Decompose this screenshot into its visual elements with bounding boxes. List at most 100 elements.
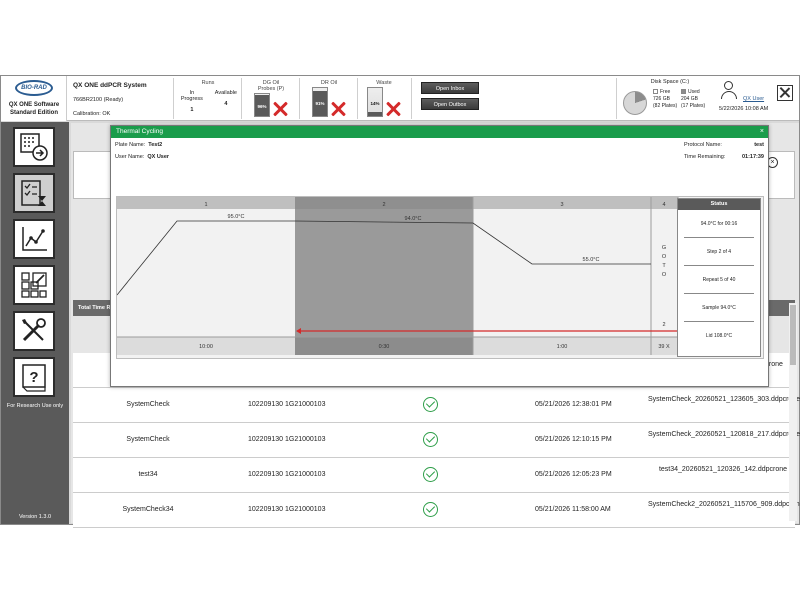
instrument-serial: 102209130 1G21000103 xyxy=(248,401,326,408)
close-app-button[interactable] xyxy=(777,85,793,101)
step-temperature: 94.0°C xyxy=(405,216,422,222)
current-datetime: 5/22/2026 10:08 AM xyxy=(719,106,769,112)
dr-oil-percent: 91% xyxy=(315,101,325,106)
open-inbox-button[interactable]: Open Inbox xyxy=(421,82,479,94)
waste-error-icon xyxy=(385,101,401,117)
table-scrollbar[interactable] xyxy=(789,303,797,521)
help-icon: ? xyxy=(22,364,46,392)
available-label: Available xyxy=(214,90,237,96)
divider xyxy=(241,78,242,119)
run-name: SystemCheck xyxy=(126,401,170,408)
dialog-close-icon[interactable]: × xyxy=(760,126,764,138)
table-row[interactable]: test34 102209130 1G21000103 05/21/2026 12:… xyxy=(73,458,795,493)
sidebar-item-tools[interactable] xyxy=(13,311,55,351)
free-label: Free xyxy=(660,89,671,95)
calibration-status: Calibration: OK xyxy=(73,111,111,117)
time-remaining-label: Time Remaining: xyxy=(684,154,726,160)
sidebar: ? For Research Use only Version 1.3.0 xyxy=(1,122,69,524)
run-date: 05/21/2026 11:58:00 AM xyxy=(535,506,611,513)
plate-name-value: Test2 xyxy=(148,142,163,148)
step-number: 3 xyxy=(560,202,563,208)
divider xyxy=(357,78,358,119)
software-name: QX ONE Software Standard Edition xyxy=(8,102,60,116)
scrollbar-thumb[interactable] xyxy=(790,305,796,365)
serial-status: 766BR2100 (Ready) xyxy=(73,97,124,103)
status-panel: Status 94.0°C for 00:16 Step 2 of 4 Repeat… xyxy=(677,198,761,357)
used-swatch xyxy=(681,89,686,95)
run-name: SystemCheck34 xyxy=(122,506,174,513)
wrench-screwdriver-icon xyxy=(22,318,46,342)
dg-oil-tank: 96% xyxy=(254,93,270,117)
table-row[interactable]: SystemCheck 102209130 1G21000103 05/21/202… xyxy=(73,388,800,423)
sidebar-item-runs[interactable] xyxy=(13,173,55,213)
divider xyxy=(173,78,174,119)
bio-rad-logo: BIO-RAD xyxy=(15,80,53,96)
status-title: Status xyxy=(678,199,760,210)
plate-name-field: Plate Name: Test2 xyxy=(115,142,162,148)
plate-run-icon xyxy=(20,133,48,161)
goto-label: GOTO xyxy=(662,245,667,278)
divider xyxy=(411,78,412,119)
goto-step-number: 2 xyxy=(662,322,665,328)
research-use-note: For Research Use only xyxy=(6,403,64,409)
status-item: Lid 108.0°C xyxy=(705,333,733,339)
dr-oil-title: DR Oil xyxy=(320,80,338,86)
instrument-serial: 102209130 1G21000103 xyxy=(248,506,326,513)
data-file-name: test34_20260521_120326_142.ddpcrone xyxy=(658,466,788,473)
sidebar-item-setup[interactable] xyxy=(13,127,55,167)
dg-oil-group[interactable]: DG Oil Probes (P) 96% xyxy=(247,80,295,117)
step-duration: 0:30 xyxy=(379,344,390,350)
svg-text:?: ? xyxy=(29,369,38,386)
step-number: 4 xyxy=(662,202,665,208)
dg-oil-sub: Probes (P) xyxy=(257,86,285,92)
waste-percent: 14% xyxy=(370,101,380,106)
waste-title: Waste xyxy=(376,80,392,86)
open-outbox-button[interactable]: Open Outbox xyxy=(421,98,479,110)
run-date: 05/21/2026 12:05:23 PM xyxy=(535,471,612,478)
disk-free-legend: Free 726 GB (82 Plates) xyxy=(653,89,677,110)
step-duration: 1:00 xyxy=(557,344,568,350)
success-check-icon xyxy=(423,397,438,412)
dg-oil-percent: 96% xyxy=(257,104,267,109)
waste-group[interactable]: Waste 14% xyxy=(361,80,407,117)
run-name: test34 xyxy=(138,471,158,478)
data-file-name: SystemCheck2_20260521_115706_909.ddpcron… xyxy=(648,501,800,508)
checklist-hourglass-icon xyxy=(21,180,46,206)
dr-oil-tank: 91% xyxy=(312,87,328,117)
header-bar: BIO-RAD QX ONE Software Standard Edition… xyxy=(1,76,799,121)
sidebar-item-help[interactable]: ? xyxy=(13,357,55,397)
free-value: 726 GB xyxy=(653,96,670,102)
success-check-icon xyxy=(423,467,438,482)
success-check-icon xyxy=(423,432,438,447)
dr-oil-group[interactable]: DR Oil 91% xyxy=(305,80,353,117)
logo-area: BIO-RAD QX ONE Software Standard Edition xyxy=(1,76,67,121)
time-remaining-value: 01:17:39 xyxy=(741,154,764,160)
sidebar-item-plate-editor[interactable] xyxy=(13,265,55,305)
user-name-link[interactable]: QX User xyxy=(743,96,764,102)
disk-pie-chart xyxy=(623,91,647,115)
user-name-label: User Name: xyxy=(115,154,145,160)
sidebar-item-analysis[interactable] xyxy=(13,219,55,259)
dg-oil-error-icon xyxy=(272,101,288,117)
waste-level xyxy=(368,112,382,116)
protocol-chart-area: 1 95.0°C 10:00 2 94.0°C 0:30 3 55.0°C 1:00 4 G O T O 2… xyxy=(116,196,764,359)
grid-edit-icon xyxy=(21,272,47,298)
table-row[interactable]: SystemCheck 102209130 1G21000103 05/21/202… xyxy=(73,423,800,458)
dr-oil-error-icon xyxy=(330,101,346,117)
status-item: 94.0°C for 00:16 xyxy=(684,210,754,238)
runs-title: Runs xyxy=(201,80,215,86)
line-chart-icon xyxy=(22,227,47,251)
instrument-serial: 102209130 1G21000103 xyxy=(248,436,326,443)
table-row[interactable]: SystemCheck34 102209130 1G21000103 05/21/2… xyxy=(73,493,800,528)
dialog-title-text: Thermal Cycling xyxy=(116,128,163,135)
status-item: Repeat 5 of 40 xyxy=(684,266,754,294)
protocol-graph: 1 95.0°C 10:00 2 94.0°C 0:30 3 55.0°C 1:00 4 G O T O 2… xyxy=(116,197,679,355)
disk-title: Disk Space (C:) xyxy=(650,79,690,85)
system-info: QX ONE ddPCR System 766BR2100 (Ready) Ca… xyxy=(73,82,173,117)
used-plates: (17 Plates) xyxy=(681,103,706,109)
plate-name-label: Plate Name: xyxy=(115,142,146,148)
available-count: 4 xyxy=(224,101,228,107)
data-file-name: SystemCheck_20260521_123605_303.ddpcrone xyxy=(648,396,800,403)
disk-space: Disk Space (C:) Free 726 GB (82 Plates) … xyxy=(621,79,719,115)
used-value: 204 GB xyxy=(681,96,698,102)
